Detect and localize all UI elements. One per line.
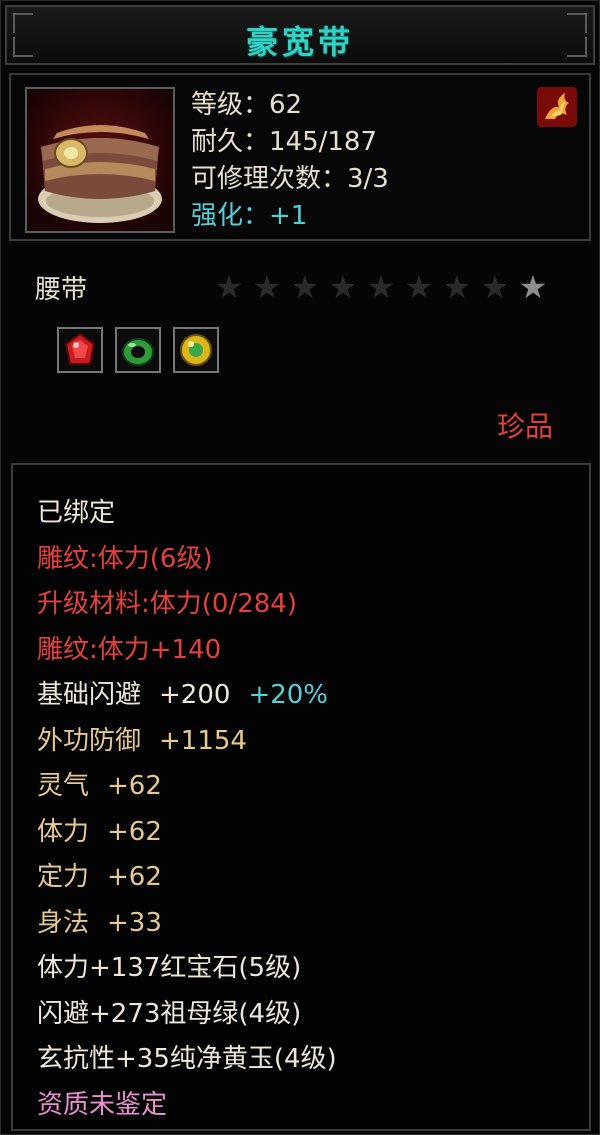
dodge-label: 基础闪避 [37, 680, 142, 710]
rarity-label: 珍品 [496, 410, 553, 443]
gem-bonus-ruby: 体力+137红宝石(5级) [37, 953, 302, 983]
stamina-label: 体力 [37, 816, 90, 847]
bound-status: 已绑定 [37, 498, 116, 528]
star-icon: ★ [328, 268, 358, 306]
agility-label: 身法 [37, 907, 90, 938]
stamina-stat: 体力 +62 [37, 810, 337, 856]
ruby-gem-icon [57, 327, 103, 373]
level-text: 等级：62 [191, 90, 303, 120]
star-icon: ★ [214, 268, 244, 306]
dodge-value: +200 [159, 680, 231, 710]
agility-value: +33 [107, 907, 162, 938]
defense-value: +1154 [159, 725, 247, 756]
engrave-level: 雕纹:体力(6级) [37, 543, 213, 574]
stamina-value: +62 [107, 816, 162, 847]
star-icon: ★ [252, 268, 282, 306]
focus-label: 定力 [37, 862, 90, 892]
item-name: 豪宽带 [245, 23, 354, 61]
star-icon: ★ [404, 268, 434, 306]
gem-sockets [57, 327, 219, 373]
spirit-label: 灵气 [37, 771, 90, 801]
spirit-stat: 灵气 +62 [37, 764, 337, 810]
gem-bonus-topaz: 玄抗性+35纯净黄玉(4级) [37, 1044, 337, 1074]
star-icon: ★ [366, 268, 396, 306]
enhance-text: 强化：+1 [191, 201, 308, 231]
quality-status: 资质未鉴定 [37, 1089, 168, 1120]
yellow-jade-icon [173, 327, 219, 373]
star-icon: ★ [290, 268, 320, 306]
item-stats: 等级：62 耐久：145/187 可修理次数：3/3 强化：+1 [191, 87, 389, 235]
item-tooltip: 豪宽带 等级：62 耐久：145/187 可修理次数：3/3 强化：+1 腰带 … [0, 0, 600, 1135]
repair-count-text: 可修理次数：3/3 [191, 164, 389, 194]
star-icon: ★ [518, 268, 548, 306]
emerald-ring-icon [115, 327, 161, 373]
star-rating: ★ ★ ★ ★ ★ ★ ★ ★ ★ [211, 269, 551, 305]
agility-stat: 身法 +33 [37, 901, 337, 947]
star-icon: ★ [480, 268, 510, 306]
focus-value: +62 [107, 862, 162, 892]
dodge-bonus: +20% [248, 680, 329, 710]
item-type: 腰带 [35, 275, 88, 305]
attribute-list: 已绑定 雕纹:体力(6级) 升级材料:体力(0/284) 雕纹:体力+140 基… [37, 491, 337, 1128]
spirit-value: +62 [107, 771, 162, 801]
engrave-bonus: 雕纹:体力+140 [37, 634, 222, 665]
item-header: 等级：62 耐久：145/187 可修理次数：3/3 强化：+1 [9, 73, 591, 241]
gem-bonus-emerald: 闪避+273祖母绿(4级) [37, 998, 302, 1029]
durability-text: 耐久：145/187 [191, 127, 378, 157]
star-icon: ★ [442, 268, 472, 306]
flame-icon [537, 87, 577, 127]
belt-icon [25, 87, 175, 233]
focus-stat: 定力 +62 [37, 855, 337, 901]
upgrade-material: 升级材料:体力(0/284) [37, 589, 297, 619]
defense-label: 外功防御 [37, 725, 142, 756]
attribute-panel: 已绑定 雕纹:体力(6级) 升级材料:体力(0/284) 雕纹:体力+140 基… [11, 463, 591, 1131]
title-bar: 豪宽带 [5, 5, 595, 65]
defense-stat: 外功防御 +1154 [37, 719, 337, 765]
dodge-stat: 基础闪避 +200 +20% [37, 673, 337, 719]
